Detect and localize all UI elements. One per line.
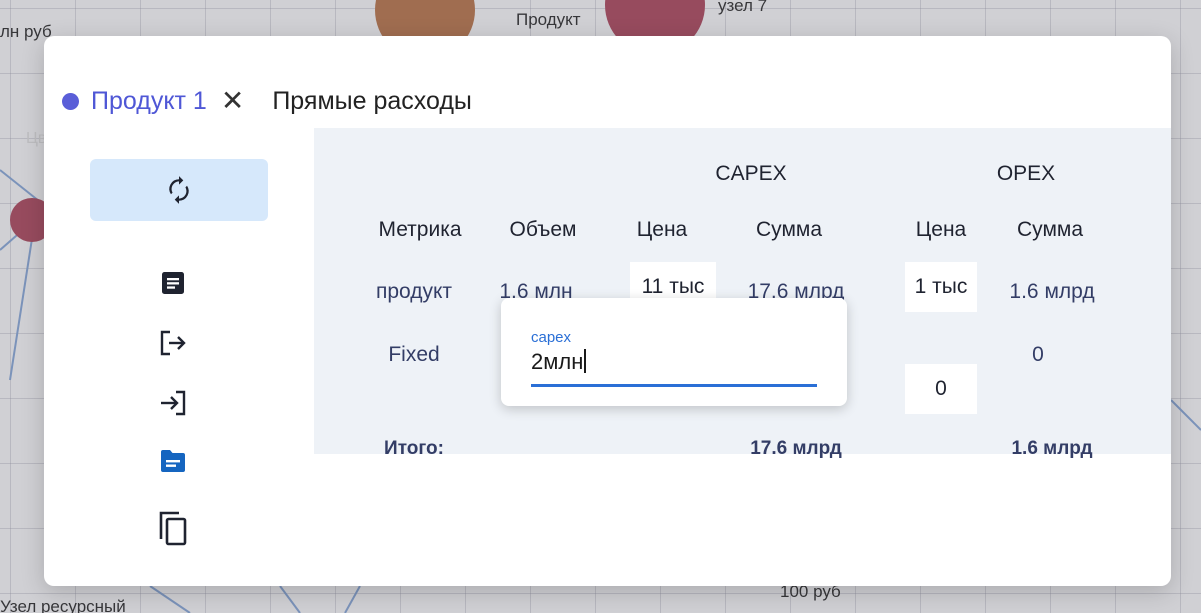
opex-sum: 1.6 млрд <box>1009 280 1095 303</box>
value-editor-popover: capex 2млн <box>501 298 847 406</box>
modal-header: Продукт 1 ✕ Прямые расходы <box>62 86 472 116</box>
close-icon[interactable]: ✕ <box>221 87 244 115</box>
total-label: Итого: <box>384 438 444 459</box>
column-header: Сумма <box>1017 218 1083 241</box>
row-metric: Fixed <box>388 343 440 366</box>
group-header-opex: OPEX <box>996 162 1056 185</box>
input-underline <box>531 384 817 387</box>
column-header: Метрика <box>378 218 462 241</box>
column-header: Сумма <box>756 218 822 241</box>
export-icon[interactable] <box>158 328 188 358</box>
node-color-dot <box>62 92 79 110</box>
column-header: Объем <box>509 218 577 241</box>
section-title: Прямые расходы <box>272 86 472 115</box>
folder-icon[interactable] <box>158 446 188 476</box>
document-icon[interactable] <box>158 268 188 298</box>
import-icon[interactable] <box>158 388 188 418</box>
copy-icon[interactable] <box>158 508 188 548</box>
opex-price-input[interactable]: 1 тыс <box>905 262 977 312</box>
column-header: Цена <box>915 218 967 241</box>
opex-sum: 0 <box>1032 343 1044 366</box>
editor-value-text: 2млн <box>531 349 584 374</box>
node-title[interactable]: Продукт 1 <box>91 87 207 116</box>
editor-label: capex <box>531 329 572 346</box>
opex-price-input[interactable]: 0 <box>905 364 977 414</box>
row-metric: продукт <box>375 280 453 303</box>
refresh-button[interactable] <box>90 159 268 221</box>
total-capex-sum: 17.6 млрд <box>750 438 842 459</box>
total-opex-sum: 1.6 млрд <box>1011 438 1093 459</box>
text-caret <box>584 349 586 373</box>
capex-value-input[interactable]: 2млн <box>531 349 586 375</box>
group-header-capex: CAPEX <box>715 162 787 185</box>
refresh-icon <box>169 176 189 204</box>
column-header: Цена <box>636 218 688 241</box>
node-details-modal: Продукт 1 ✕ Прямые расходы CAPEX OPEX Ме… <box>44 36 1171 586</box>
